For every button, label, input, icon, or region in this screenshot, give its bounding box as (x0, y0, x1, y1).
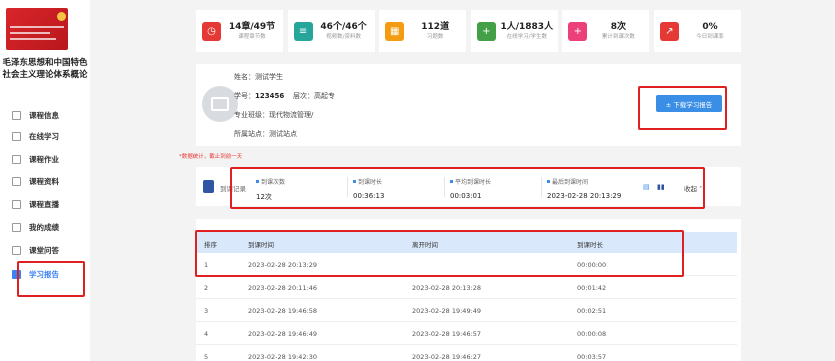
stat-card-attendance: + 8次 累计到课次数 (562, 10, 650, 52)
course-cover-image (6, 8, 68, 50)
table-row: 4 2023-02-28 19:46:49 2023-02-28 19:46:57 0… (196, 322, 737, 345)
sidebar-item-course-info[interactable]: 课程信息 (12, 107, 84, 123)
metric-average-duration: 平均到课时长 00:03:01 (450, 179, 492, 200)
stats-bar: ◷ 14章/49节 课程章节数 ≡ 46个/46个 视频数/资料数 ▦ 112道 习题… (196, 10, 741, 52)
attendance-table: 排序 到课时间 离开时间 到课时长 1 2023-02-28 20:13:29 00… (196, 219, 741, 361)
course-title: 毛泽东思想和中国特色社会主义理论体系概论 (2, 58, 88, 80)
main-content: ◷ 14章/49节 课程章节数 ≡ 46个/46个 视频数/资料数 ▦ 112道 习题… (196, 0, 741, 361)
plus-icon: + (476, 21, 496, 41)
score-icon (12, 222, 21, 232)
metric-attendance-count: 到课次数 12次 (256, 179, 286, 201)
student-site: 所属站点：测试站点 (234, 130, 297, 138)
sidebar-item-grades[interactable]: 我的成绩 (12, 219, 84, 235)
sidebar-item-online-learning[interactable]: 在线学习 (12, 128, 84, 144)
student-major: 专业班级：现代物流管理/ (234, 111, 314, 119)
attendance-record-icon (203, 180, 214, 193)
monitor-icon (12, 131, 21, 141)
course-sidebar: 毛泽东思想和中国特色社会主义理论体系概论 课程信息 在线学习 课程作业 课程资料… (0, 0, 90, 361)
student-name: 姓名：测试学生 (234, 73, 283, 81)
info-doc-icon (12, 110, 21, 120)
student-id: 学号：123456 (234, 92, 285, 100)
folder-icon (12, 176, 21, 186)
video-icon (12, 199, 21, 209)
avatar (202, 86, 238, 122)
clock-icon: ◷ (202, 21, 221, 41)
data-cutoff-note: *数据统计，截止到前一天 (179, 154, 243, 160)
chart-icon: ↗ (659, 21, 679, 41)
attendance-record-label: 到课记录 (220, 185, 246, 193)
table-header: 排序 到课时间 离开时间 到课时长 (196, 232, 737, 253)
homework-icon (12, 154, 21, 164)
table-row: 1 2023-02-28 20:13:29 00:00:00 (196, 253, 737, 276)
student-profile: 姓名：测试学生 学号：123456 层次：高起专 专业班级：现代物流管理/ 所属… (196, 64, 741, 146)
sidebar-item-report[interactable]: 学习报告 (12, 266, 84, 282)
question-icon (12, 245, 21, 255)
image-placeholder-icon (211, 97, 229, 111)
table-view-icon[interactable]: ▤ (643, 183, 650, 191)
grid-icon: ▦ (385, 21, 405, 41)
stat-card-chapters: ◷ 14章/49节 课程章节数 (196, 10, 283, 52)
bar-chart-icon[interactable]: ▮▮ (657, 183, 665, 191)
stat-card-videos: ≡ 46个/46个 视频数/资料数 (287, 10, 375, 52)
chevron-up-icon: ˄ (697, 185, 703, 193)
table-row: 2 2023-02-28 20:11:46 2023-02-28 20:13:28 0… (196, 276, 737, 299)
metric-last-attendance: 最后到课时间 2023-02-28 20:13:29 (547, 179, 622, 200)
sidebar-item-homework[interactable]: 课程作业 (12, 151, 84, 167)
collapse-toggle[interactable]: 收起 ˄ (684, 183, 702, 193)
document-icon: ≡ (293, 21, 313, 41)
file-icon: + (568, 21, 588, 41)
stat-card-students: + 1人/1883人 在线学习/学生数 (470, 10, 558, 52)
download-report-button[interactable]: ± 下载学习报告 (656, 95, 722, 112)
sidebar-item-qa[interactable]: 课堂问答 (12, 242, 84, 258)
sidebar-item-materials[interactable]: 课程资料 (12, 173, 84, 189)
sidebar-item-live[interactable]: 课程直播 (12, 196, 84, 212)
metric-attendance-duration: 到课时长 00:36:13 (353, 179, 385, 200)
report-icon (12, 269, 21, 279)
table-row: 3 2023-02-28 19:46:58 2023-02-28 19:49:49 0… (196, 299, 737, 322)
table-row: 5 2023-02-28 19:42:30 2023-02-28 19:46:27 0… (196, 345, 737, 361)
stat-card-rate: ↗ 0% 今日到课率 (653, 10, 741, 52)
attendance-summary: 到课记录 到课次数 12次 到课时长 00:36:13 平均到课时长 00:03:01… (196, 167, 741, 206)
student-level: 层次：高起专 (293, 92, 335, 100)
stat-card-exercises: ▦ 112道 习题数 (379, 10, 467, 52)
